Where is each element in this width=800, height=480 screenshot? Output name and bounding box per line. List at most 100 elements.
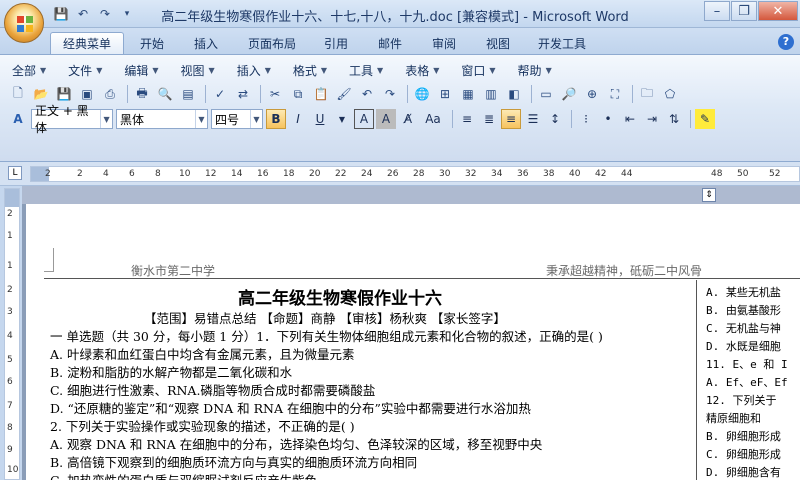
tab-view[interactable]: 视图 (476, 32, 520, 54)
right-column-line: B. 卵细胞形成 (706, 430, 781, 443)
font-family-select[interactable]: 黑体 ▼ (116, 109, 208, 129)
new-document-icon[interactable]: 🗋 (8, 84, 28, 104)
save-icon[interactable]: 💾 (54, 84, 74, 104)
tab-review[interactable]: 审阅 (422, 32, 466, 54)
numbering-icon[interactable]: ⁝ (576, 109, 596, 129)
drawing-icon[interactable]: ◧ (504, 84, 524, 104)
tab-home[interactable]: 开始 (130, 32, 174, 54)
research-icon[interactable]: ▤ (178, 84, 198, 104)
redo-icon[interactable]: ↷ (380, 84, 400, 104)
ruler-number: 12 (205, 169, 217, 179)
tab-developer[interactable]: 开发工具 (530, 32, 594, 54)
styles-icon[interactable]: A (8, 109, 28, 129)
align-left-icon[interactable]: ≡ (457, 109, 477, 129)
paste-icon[interactable]: 📋 (311, 84, 331, 104)
underline-dropdown-icon[interactable]: ▼ (332, 109, 352, 129)
underline-button[interactable]: U (310, 109, 330, 129)
tab-page-layout[interactable]: 页面布局 (240, 32, 304, 54)
undo-icon[interactable]: ↶ (74, 5, 92, 23)
tab-references[interactable]: 引用 (314, 32, 358, 54)
spelling-icon[interactable]: ✓ (210, 84, 230, 104)
chevron-down-icon: ▼ (96, 65, 103, 75)
tab-classic-menu[interactable]: 经典菜单 (50, 32, 124, 54)
find-icon[interactable]: 🔎 (559, 84, 579, 104)
menu-file[interactable]: 文件 ▼ (62, 61, 108, 79)
permission-icon[interactable]: ▣ (77, 84, 97, 104)
translate-icon[interactable]: ⇄ (233, 84, 253, 104)
justify-icon[interactable]: ☰ (523, 109, 543, 129)
chevron-down-icon: ▼ (433, 65, 440, 75)
menu-view[interactable]: 视图 ▼ (175, 61, 221, 79)
insert-table-icon[interactable]: ▦ (458, 84, 478, 104)
restore-button[interactable]: ❐ (731, 1, 757, 21)
undo-icon[interactable]: ↶ (357, 84, 377, 104)
menu-insert[interactable]: 插入 ▼ (231, 61, 277, 79)
tab-stop-selector[interactable]: L (8, 166, 22, 180)
menu-table[interactable]: 表格 ▼ (399, 61, 445, 79)
shapes-icon[interactable]: ⬠ (660, 84, 680, 104)
menu-window[interactable]: 窗口 ▼ (455, 61, 501, 79)
save-icon[interactable]: 💾 (52, 5, 70, 23)
cut-icon[interactable]: ✂ (265, 84, 285, 104)
tab-mailings[interactable]: 邮件 (368, 32, 412, 54)
office-button[interactable] (4, 3, 44, 43)
format-painter-icon[interactable]: 🖌 (334, 84, 354, 104)
increase-indent-icon[interactable]: ⇥ (642, 109, 662, 129)
copy-icon[interactable]: ⧉ (288, 84, 308, 104)
style-select[interactable]: 正文 + 黑体 ▼ (31, 104, 113, 135)
menu-edit[interactable]: 编辑 ▼ (118, 61, 164, 79)
align-center-icon[interactable]: ≣ (479, 109, 499, 129)
clear-format-icon[interactable]: A̸ (398, 109, 418, 129)
table-icon[interactable]: ⊞ (435, 84, 455, 104)
char-shading-button[interactable]: A (376, 109, 396, 129)
print-preview-icon[interactable]: 🔍 (155, 84, 175, 104)
zoom-icon[interactable]: ⊕ (582, 84, 602, 104)
toolbar-separator (127, 85, 128, 103)
doc-line: B. 淀粉和脂肪的水解产物都是二氧化碳和水 (50, 365, 293, 380)
document-page[interactable]: 衡水市第二中学 秉承超越精神，砥砺二中风骨 高二年级生物寒假作业十六 【范围】易… (26, 204, 800, 480)
align-right-icon[interactable]: ≡ (501, 109, 521, 129)
tab-insert[interactable]: 插入 (184, 32, 228, 54)
bullets-icon[interactable]: • (598, 109, 618, 129)
columns-icon[interactable]: ▥ (481, 84, 501, 104)
decrease-indent-icon[interactable]: ⇤ (620, 109, 640, 129)
highlight-icon[interactable]: ✎ (695, 109, 715, 129)
open-folder-icon[interactable]: 📂 (31, 84, 51, 104)
pdf-icon[interactable]: ⎙ (100, 84, 120, 104)
ruler-number: 18 (283, 169, 295, 179)
toolbar-separator (531, 85, 532, 103)
split-window-icon[interactable]: ⇕ (702, 188, 716, 202)
italic-button[interactable]: I (288, 109, 308, 129)
horizontal-ruler[interactable]: 2 2 4 6 8 10 12 14 16 18 20 22 24 26 28 … (30, 166, 800, 182)
header-left: 衡水市第二中学 (131, 264, 216, 278)
sort-icon[interactable]: ⇅ (664, 109, 684, 129)
print-icon[interactable]: 🖶 (132, 84, 152, 104)
ruler-number: 4 (7, 331, 13, 341)
font-size-select[interactable]: 四号 ▼ (211, 109, 263, 129)
right-column-line: 精原细胞和 (706, 412, 761, 425)
bold-button[interactable]: B (266, 109, 286, 129)
menu-all[interactable]: 全部 ▼ (6, 61, 52, 79)
full-screen-icon[interactable]: ⛶ (605, 84, 625, 104)
char-border-button[interactable]: A (354, 109, 374, 129)
menu-format[interactable]: 格式 ▼ (287, 61, 333, 79)
ruler-number: 3 (7, 307, 13, 317)
hyperlink-icon[interactable]: 🌐 (412, 84, 432, 104)
redo-icon[interactable]: ↷ (96, 5, 114, 23)
ruler-number: 40 (569, 169, 581, 179)
folder-icon[interactable]: 🗀 (637, 84, 657, 104)
change-case-icon[interactable]: Aa (420, 109, 446, 129)
crop-mark (44, 248, 54, 272)
menu-help[interactable]: 帮助 ▼ (512, 61, 558, 79)
line-spacing-icon[interactable]: ↕ (545, 109, 565, 129)
close-button[interactable]: ✕ (758, 1, 798, 21)
menu-tools[interactable]: 工具 ▼ (343, 61, 389, 79)
document-map-icon[interactable]: ▭ (536, 84, 556, 104)
ruler-number: 44 (621, 169, 633, 179)
ruler-number: 28 (413, 169, 425, 179)
help-icon[interactable]: ? (778, 34, 794, 50)
minimize-button[interactable]: – (704, 1, 730, 21)
header-divider (44, 278, 800, 279)
vertical-ruler[interactable]: 2 1 1 2 3 4 5 6 7 8 9 10 (4, 188, 20, 480)
chevron-down-icon: ▼ (377, 65, 384, 75)
